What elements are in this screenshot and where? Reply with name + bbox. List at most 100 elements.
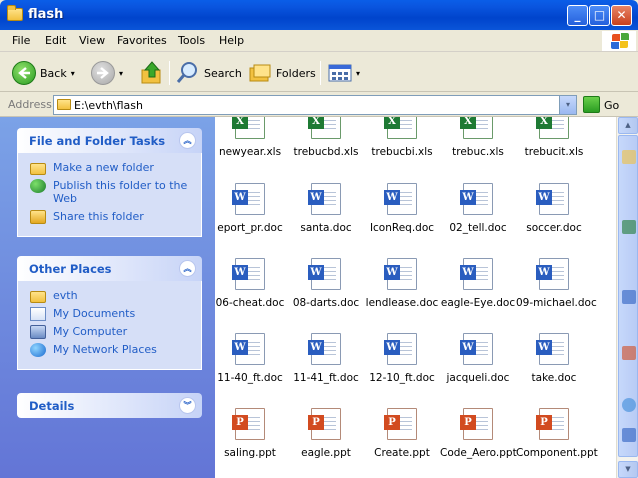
file-item[interactable]: P Code_Aero.ppt	[440, 408, 517, 459]
menu-view[interactable]: View	[79, 34, 105, 47]
place-label: My Network Places	[53, 343, 157, 356]
vertical-scrollbar[interactable]: ▲ ▼	[616, 117, 638, 478]
place-label: evth	[53, 289, 78, 302]
back-button[interactable]: Back ▾	[12, 59, 75, 87]
scroll-thumb[interactable]	[618, 135, 638, 457]
forward-button[interactable]: ▾	[91, 59, 123, 87]
windows-logo-icon	[602, 31, 636, 51]
file-name: 09-michael.doc	[516, 297, 597, 309]
file-item[interactable]: W 06-cheat.doc	[215, 258, 288, 309]
minimize-button[interactable]: _	[567, 5, 588, 26]
task-share-folder[interactable]: Share this folder	[30, 210, 201, 224]
file-item[interactable]: W 12-10_ft.doc	[364, 333, 440, 384]
file-item[interactable]: W 11-40_ft.doc	[215, 333, 288, 384]
excel-file-icon: X	[232, 117, 265, 139]
file-name: Component.ppt	[516, 447, 598, 459]
place-evth[interactable]: evth	[30, 289, 201, 303]
file-name: newyear.xls	[218, 146, 282, 158]
file-item[interactable]: Wtake.doc	[516, 333, 592, 384]
views-icon	[328, 64, 352, 82]
file-item[interactable]: Weport_pr.doc	[215, 183, 288, 234]
place-my-documents[interactable]: My Documents	[30, 307, 201, 321]
menu-help[interactable]: Help	[219, 34, 244, 47]
address-input[interactable]: E:\evth\flash ▾	[53, 95, 577, 115]
file-item[interactable]: W IconReq.doc	[364, 183, 440, 234]
search-button[interactable]: Search	[176, 59, 242, 87]
file-item[interactable]: W 08-darts.doc	[288, 258, 364, 309]
scroll-up-button[interactable]: ▲	[618, 117, 638, 134]
file-item[interactable]: Wjacqueli.doc	[440, 333, 516, 384]
menu-edit[interactable]: Edit	[45, 34, 66, 47]
file-item[interactable]: Xtrebucit.xls	[516, 117, 592, 158]
word-file-icon	[622, 290, 636, 304]
file-item[interactable]: W 09-michael.doc	[516, 258, 597, 309]
task-make-new-folder[interactable]: Make a new folder	[30, 161, 201, 175]
place-my-network-places[interactable]: My Network Places	[30, 343, 201, 357]
file-item[interactable]: Xtrebucbd.xls	[288, 117, 364, 158]
go-button[interactable]: Go	[604, 99, 619, 112]
folders-button[interactable]: Folders	[248, 59, 316, 87]
file-item[interactable]: Psaling.ppt	[215, 408, 288, 459]
collapse-chevron-icon[interactable]: ︽	[179, 260, 196, 277]
place-my-computer[interactable]: My Computer	[30, 325, 201, 339]
file-item[interactable]: Wsanta.doc	[288, 183, 364, 234]
file-item[interactable]: Xtrebucbi.xls	[364, 117, 440, 158]
file-item[interactable]: P Component.ppt	[516, 408, 598, 459]
panel-header[interactable]: Other Places ︽	[17, 256, 202, 281]
file-item[interactable]: Weagle-Eye.doc	[440, 258, 516, 309]
powerpoint-file-icon: P	[232, 408, 265, 440]
excel-file-icon: X	[384, 117, 417, 139]
close-button[interactable]: ✕	[611, 5, 632, 26]
title-bar[interactable]: flash _ □ ✕	[0, 0, 638, 30]
word-file-icon: W	[308, 183, 341, 215]
panel-header[interactable]: File and Folder Tasks ︽	[17, 128, 202, 153]
go-arrow-icon[interactable]	[583, 96, 600, 113]
folder-icon	[622, 150, 636, 164]
back-dropdown-icon[interactable]: ▾	[71, 69, 75, 78]
word-badge: W	[384, 340, 400, 355]
network-places-icon	[30, 343, 46, 357]
file-item[interactable]: Xnewyear.xls	[215, 117, 288, 158]
file-name: Code_Aero.ppt	[440, 447, 517, 459]
maximize-button[interactable]: □	[589, 5, 610, 26]
collapse-chevron-icon[interactable]: ︽	[179, 132, 196, 149]
file-item[interactable]: W 02_tell.doc	[440, 183, 516, 234]
powerpoint-badge: P	[536, 415, 552, 430]
menu-file[interactable]: File	[12, 34, 30, 47]
my-computer-icon	[30, 325, 46, 339]
my-documents-icon	[30, 307, 46, 321]
file-name: IconReq.doc	[369, 222, 435, 234]
panel-title: Details	[29, 399, 75, 413]
file-name: eport_pr.doc	[217, 222, 283, 234]
file-item[interactable]: Xtrebuc.xls	[440, 117, 516, 158]
excel-file-icon: X	[536, 117, 569, 139]
word-file-icon: W	[460, 183, 493, 215]
file-name: 12-10_ft.doc	[369, 372, 435, 384]
panel-header[interactable]: Details ︾	[17, 393, 202, 418]
task-label: Publish this folder to the Web	[53, 179, 188, 205]
views-dropdown-icon[interactable]: ▾	[356, 69, 360, 78]
file-item[interactable]: Wlendlease.doc	[364, 258, 440, 309]
menu-tools[interactable]: Tools	[178, 34, 205, 47]
file-item[interactable]: W 11-41_ft.doc	[288, 333, 364, 384]
up-folder-button[interactable]	[140, 59, 164, 87]
excel-file-icon	[622, 220, 636, 234]
back-arrow-icon	[12, 61, 36, 85]
file-name: trebucbd.xls	[293, 146, 359, 158]
powerpoint-badge: P	[460, 415, 476, 430]
file-item[interactable]: Peagle.ppt	[288, 408, 364, 459]
back-label: Back	[40, 66, 67, 80]
address-dropdown-button[interactable]: ▾	[559, 96, 576, 114]
task-publish-web[interactable]: Publish this folder to the Web	[30, 179, 201, 205]
powerpoint-file-icon: P	[384, 408, 417, 440]
expand-chevron-icon[interactable]: ︾	[179, 397, 196, 414]
forward-dropdown-icon[interactable]: ▾	[119, 69, 123, 78]
file-item[interactable]: P Create.ppt	[364, 408, 440, 459]
menu-favorites[interactable]: Favorites	[117, 34, 167, 47]
file-item[interactable]: Wsoccer.doc	[516, 183, 592, 234]
details-panel: Details ︾	[17, 393, 202, 418]
word-file-icon: W	[384, 258, 417, 290]
views-button[interactable]: ▾	[328, 59, 360, 87]
scroll-down-button[interactable]: ▼	[618, 461, 638, 478]
file-list[interactable]: Xnewyear.xls Xtrebucbd.xls Xtrebucbi.xls…	[215, 117, 616, 478]
